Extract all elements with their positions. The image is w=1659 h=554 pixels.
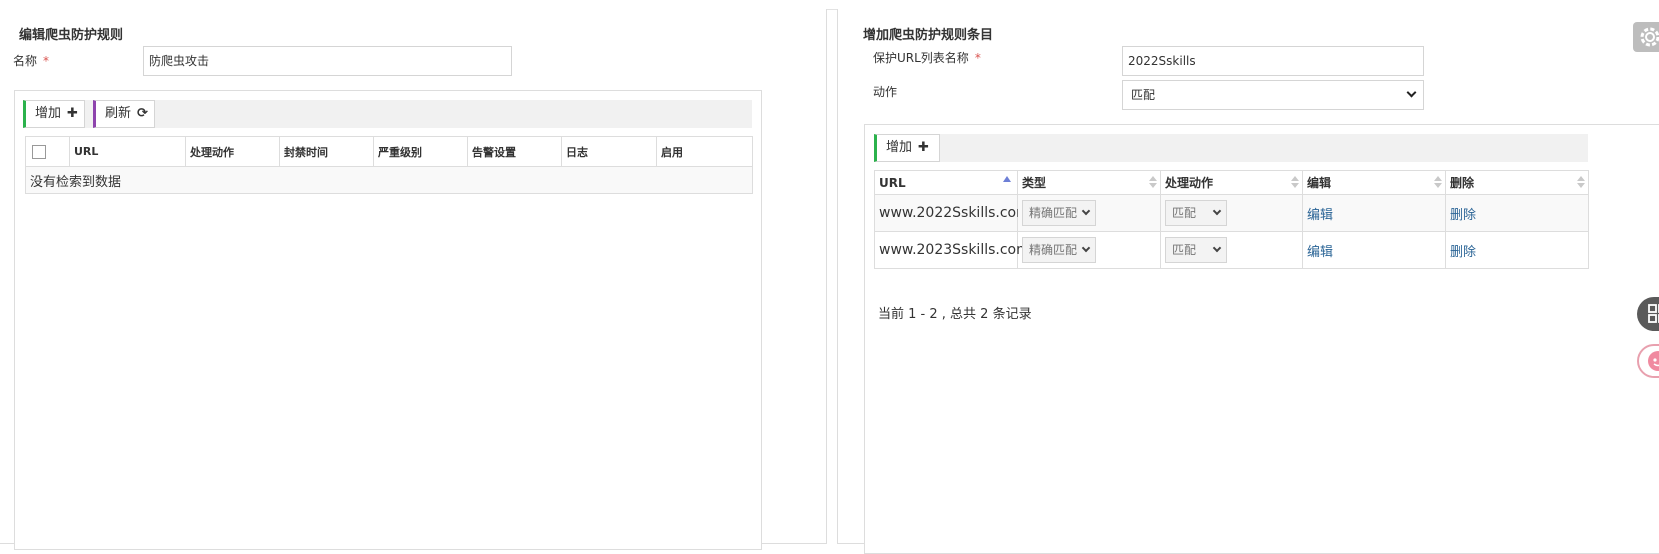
url-cell: www.2023Sskills.com <box>875 232 1018 269</box>
empty-message: 没有检索到数据 <box>26 167 753 194</box>
col-url: URL <box>70 137 186 167</box>
select-all-cell <box>26 137 70 167</box>
action-select[interactable]: 匹配 <box>1122 80 1424 110</box>
delete-link[interactable]: 删除 <box>1450 208 1476 223</box>
assistant-icon <box>1647 350 1659 372</box>
refresh-button-label: 刷新 <box>105 106 131 121</box>
table-row: www.2023Sskills.com 精确匹配 匹配 编辑 删除 <box>875 232 1589 269</box>
plus-icon: ✚ <box>918 135 929 161</box>
right-toolbar: 增加 ✚ <box>874 134 1588 162</box>
col-severity: 严重级别 <box>374 137 468 167</box>
add-button-label: 增加 <box>35 106 61 121</box>
refresh-button[interactable]: 刷新 ⟳ <box>93 100 155 128</box>
list-name-label: 保护URL列表名称 * <box>873 49 981 66</box>
col-enabled: 启用 <box>657 137 753 167</box>
delete-link[interactable]: 删除 <box>1450 245 1476 260</box>
type-cell: 精确匹配 <box>1018 232 1161 269</box>
table-row: www.2022Sskills.com 精确匹配 匹配 编辑 删除 <box>875 195 1589 232</box>
edit-rule-title: 编辑爬虫防护规则 <box>19 24 123 43</box>
url-list-table: URL 类型 处理动作 编辑 删除 www.2022Sskills.com 精确… <box>874 170 1589 269</box>
edit-link[interactable]: 编辑 <box>1307 208 1333 223</box>
col-action-label: 处理动作 <box>1165 176 1213 190</box>
row-action-select[interactable]: 匹配 <box>1165 237 1227 263</box>
sort-icon <box>1149 176 1156 190</box>
add-url-button[interactable]: 增加 ✚ <box>874 134 940 162</box>
refresh-icon: ⟳ <box>137 101 148 127</box>
row-action-select-value: 匹配 <box>1172 206 1196 220</box>
rule-items-table: URL 处理动作 封禁时间 严重级别 告警设置 日志 启用 没有检索到数据 <box>25 136 753 194</box>
action-label: 动作 <box>873 83 897 100</box>
table-header-row: URL 类型 处理动作 编辑 删除 <box>875 171 1589 195</box>
action-cell: 匹配 <box>1161 232 1303 269</box>
sort-asc-icon <box>1003 176 1011 182</box>
url-list-box: 增加 ✚ URL 类型 处理动作 编辑 删除 www.2022Sskills.co… <box>864 124 1659 554</box>
col-type-label: 类型 <box>1022 176 1046 190</box>
edit-cell: 编辑 <box>1303 232 1446 269</box>
action-cell: 匹配 <box>1161 195 1303 232</box>
col-delete-label: 删除 <box>1450 176 1474 190</box>
col-edit-label: 编辑 <box>1307 176 1331 190</box>
col-delete-sortable[interactable]: 删除 <box>1446 171 1589 195</box>
left-toolbar: 增加 ✚ 刷新 ⟳ <box>23 100 752 128</box>
type-cell: 精确匹配 <box>1018 195 1161 232</box>
chevron-down-icon <box>1213 207 1221 215</box>
col-action-sortable[interactable]: 处理动作 <box>1161 171 1303 195</box>
type-select[interactable]: 精确匹配 <box>1022 237 1096 263</box>
gear-icon[interactable] <box>1633 22 1659 52</box>
required-mark: * <box>975 51 981 65</box>
col-ban-time: 封禁时间 <box>280 137 374 167</box>
name-label: 名称 * <box>13 52 49 69</box>
sort-icon <box>1434 176 1441 190</box>
edit-rule-panel: 编辑爬虫防护规则 名称 * 防爬虫攻击 增加 ✚ 刷新 ⟳ URL 处理动作 封禁时间… <box>0 9 827 544</box>
empty-row: 没有检索到数据 <box>26 167 753 194</box>
col-action: 处理动作 <box>186 137 280 167</box>
delete-cell: 删除 <box>1446 232 1589 269</box>
col-type-sortable[interactable]: 类型 <box>1018 171 1161 195</box>
chevron-down-icon <box>1082 207 1090 215</box>
name-input[interactable]: 防爬虫攻击 <box>143 46 512 76</box>
list-name-label-text: 保护URL列表名称 <box>873 51 969 65</box>
chevron-down-icon <box>1407 88 1417 98</box>
type-select-value: 精确匹配 <box>1029 243 1077 257</box>
list-name-input[interactable]: 2022Sskills <box>1122 46 1424 76</box>
sort-icon <box>1577 176 1584 190</box>
pagination-info: 当前 1 - 2 , 总共 2 条记录 <box>878 303 1032 322</box>
type-select[interactable]: 精确匹配 <box>1022 200 1096 226</box>
add-button[interactable]: 增加 ✚ <box>23 100 85 128</box>
rule-items-box: 增加 ✚ 刷新 ⟳ URL 处理动作 封禁时间 严重级别 告警设置 日志 启用 没有… <box>14 90 762 550</box>
type-select-value: 精确匹配 <box>1029 206 1077 220</box>
col-log: 日志 <box>562 137 657 167</box>
sort-icon <box>1291 176 1298 190</box>
edit-cell: 编辑 <box>1303 195 1446 232</box>
add-rule-item-panel: 增加爬虫防护规则条目 保护URL列表名称* 2022Sskills 动作 匹配 … <box>837 9 1659 544</box>
plus-icon: ✚ <box>67 101 78 127</box>
col-alert: 告警设置 <box>468 137 562 167</box>
add-rule-item-title: 增加爬虫防护规则条目 <box>863 24 993 43</box>
col-edit-sortable[interactable]: 编辑 <box>1303 171 1446 195</box>
edit-link[interactable]: 编辑 <box>1307 245 1333 260</box>
chevron-down-icon <box>1213 244 1221 252</box>
row-action-select[interactable]: 匹配 <box>1165 200 1227 226</box>
url-cell: www.2022Sskills.com <box>875 195 1018 232</box>
grid-icon <box>1648 304 1659 324</box>
required-mark: * <box>43 54 49 68</box>
row-action-select-value: 匹配 <box>1172 243 1196 257</box>
add-url-button-label: 增加 <box>886 140 912 155</box>
select-all-checkbox[interactable] <box>32 145 46 159</box>
action-select-value: 匹配 <box>1131 88 1155 102</box>
col-url-sortable[interactable]: URL <box>875 171 1018 195</box>
col-url-label: URL <box>879 176 906 190</box>
table-header-row: URL 处理动作 封禁时间 严重级别 告警设置 日志 启用 <box>26 137 753 167</box>
name-label-text: 名称 <box>13 54 37 68</box>
delete-cell: 删除 <box>1446 195 1589 232</box>
chevron-down-icon <box>1082 244 1090 252</box>
